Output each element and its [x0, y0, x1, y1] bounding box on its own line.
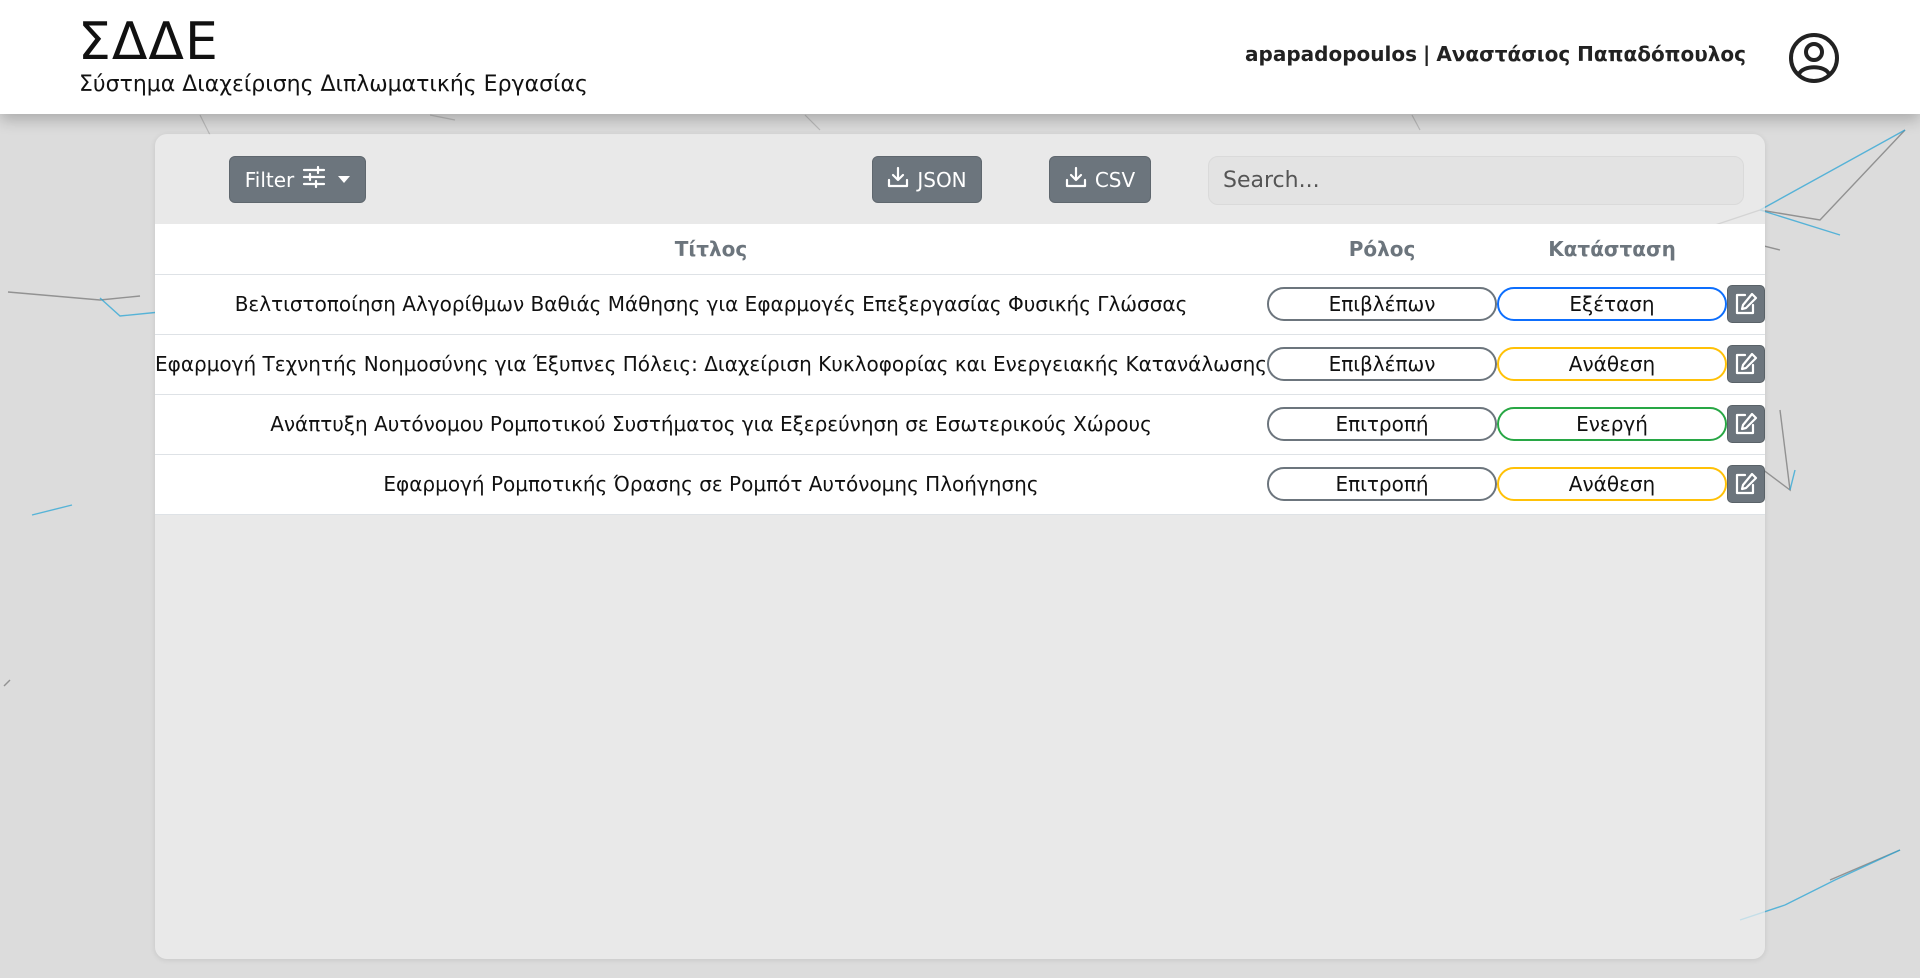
status-cell: Εξέταση — [1497, 274, 1728, 335]
action-cell — [1727, 394, 1765, 455]
column-header-action — [1727, 224, 1765, 275]
username: apapadopoulos — [1245, 42, 1417, 66]
edit-button[interactable] — [1727, 405, 1765, 443]
role-badge: Επιβλέπων — [1267, 347, 1498, 381]
status-badge: Εξέταση — [1497, 287, 1728, 321]
table-row[interactable]: Εφαρμογή Τεχνητής Νοημοσύνης για Έξυπνες… — [155, 334, 1765, 395]
theses-table: Τίτλος Ρόλος Κατάσταση Βελτιστοποίηση Αλ… — [155, 224, 1765, 515]
filter-button[interactable]: Filter — [229, 156, 366, 203]
role-badge: Επιβλέπων — [1267, 287, 1498, 321]
edit-button[interactable] — [1727, 345, 1765, 383]
user-info: apapadopoulos | Αναστάσιος Παπαδόπουλος — [1245, 42, 1746, 66]
table-header-row: Τίτλος Ρόλος Κατάσταση — [155, 224, 1765, 275]
status-cell: Ανάθεση — [1497, 454, 1728, 515]
chevron-down-icon — [338, 176, 351, 183]
status-cell: Ανάθεση — [1497, 334, 1728, 395]
thesis-title: Ανάπτυξη Αυτόνομου Ρομποτικού Συστήματος… — [155, 394, 1268, 455]
column-header-role[interactable]: Ρόλος — [1267, 224, 1498, 275]
column-header-title[interactable]: Τίτλος — [155, 224, 1268, 275]
role-badge: Επιτροπή — [1267, 467, 1498, 501]
thesis-title: Εφαρμογή Τεχνητής Νοημοσύνης για Έξυπνες… — [155, 334, 1268, 395]
action-cell — [1727, 334, 1765, 395]
app-title: ΣΔΔΕ — [78, 12, 219, 72]
status-badge: Ενεργή — [1497, 407, 1728, 441]
status-badge: Ανάθεση — [1497, 467, 1728, 501]
edit-icon — [1735, 412, 1758, 435]
thesis-title: Εφαρμογή Ρομποτικής Όρασης σε Ρομπότ Αυτ… — [155, 454, 1268, 515]
role-cell: Επιβλέπων — [1267, 274, 1498, 335]
export-json-button[interactable]: JSON — [872, 156, 982, 203]
app-header: ΣΔΔΕ Σύστημα Διαχείρισης Διπλωματικής Ερ… — [0, 0, 1920, 114]
export-csv-button[interactable]: CSV — [1049, 156, 1151, 203]
sliders-icon — [302, 165, 326, 193]
role-badge: Επιτροπή — [1267, 407, 1498, 441]
toolbar: Filter JSON CSV Search... — [155, 134, 1765, 224]
download-icon — [887, 166, 909, 193]
role-cell: Επιβλέπων — [1267, 334, 1498, 395]
json-label: JSON — [917, 167, 967, 192]
edit-icon — [1735, 292, 1758, 315]
table-row[interactable]: Ανάπτυξη Αυτόνομου Ρομποτικού Συστήματος… — [155, 394, 1765, 455]
csv-label: CSV — [1094, 167, 1136, 192]
edit-button[interactable] — [1727, 465, 1765, 503]
edit-icon — [1735, 352, 1758, 375]
edit-button[interactable] — [1727, 285, 1765, 323]
thesis-title: Βελτιστοποίηση Αλγορίθμων Βαθιάς Μάθησης… — [155, 274, 1268, 335]
theses-panel: Filter JSON CSV Search... Τίτλος Ρόλος Κ… — [155, 134, 1765, 959]
app-subtitle: Σύστημα Διαχείρισης Διπλωματικής Εργασία… — [79, 72, 588, 97]
action-cell — [1727, 454, 1765, 515]
search-input[interactable] — [1208, 156, 1744, 205]
filter-label: Filter — [244, 167, 295, 192]
role-cell: Επιτροπή — [1267, 394, 1498, 455]
action-cell — [1727, 274, 1765, 335]
status-cell: Ενεργή — [1497, 394, 1728, 455]
column-header-status[interactable]: Κατάσταση — [1497, 224, 1728, 275]
table-row[interactable]: Βελτιστοποίηση Αλγορίθμων Βαθιάς Μάθησης… — [155, 274, 1765, 335]
download-icon — [1065, 166, 1087, 193]
status-badge: Ανάθεση — [1497, 347, 1728, 381]
user-full-name: Αναστάσιος Παπαδόπουλος — [1436, 42, 1746, 66]
role-cell: Επιτροπή — [1267, 454, 1498, 515]
table-row[interactable]: Εφαρμογή Ρομποτικής Όρασης σε Ρομπότ Αυτ… — [155, 454, 1765, 515]
user-circle-icon[interactable] — [1787, 31, 1841, 85]
user-separator: | — [1423, 42, 1431, 66]
edit-icon — [1735, 472, 1758, 495]
